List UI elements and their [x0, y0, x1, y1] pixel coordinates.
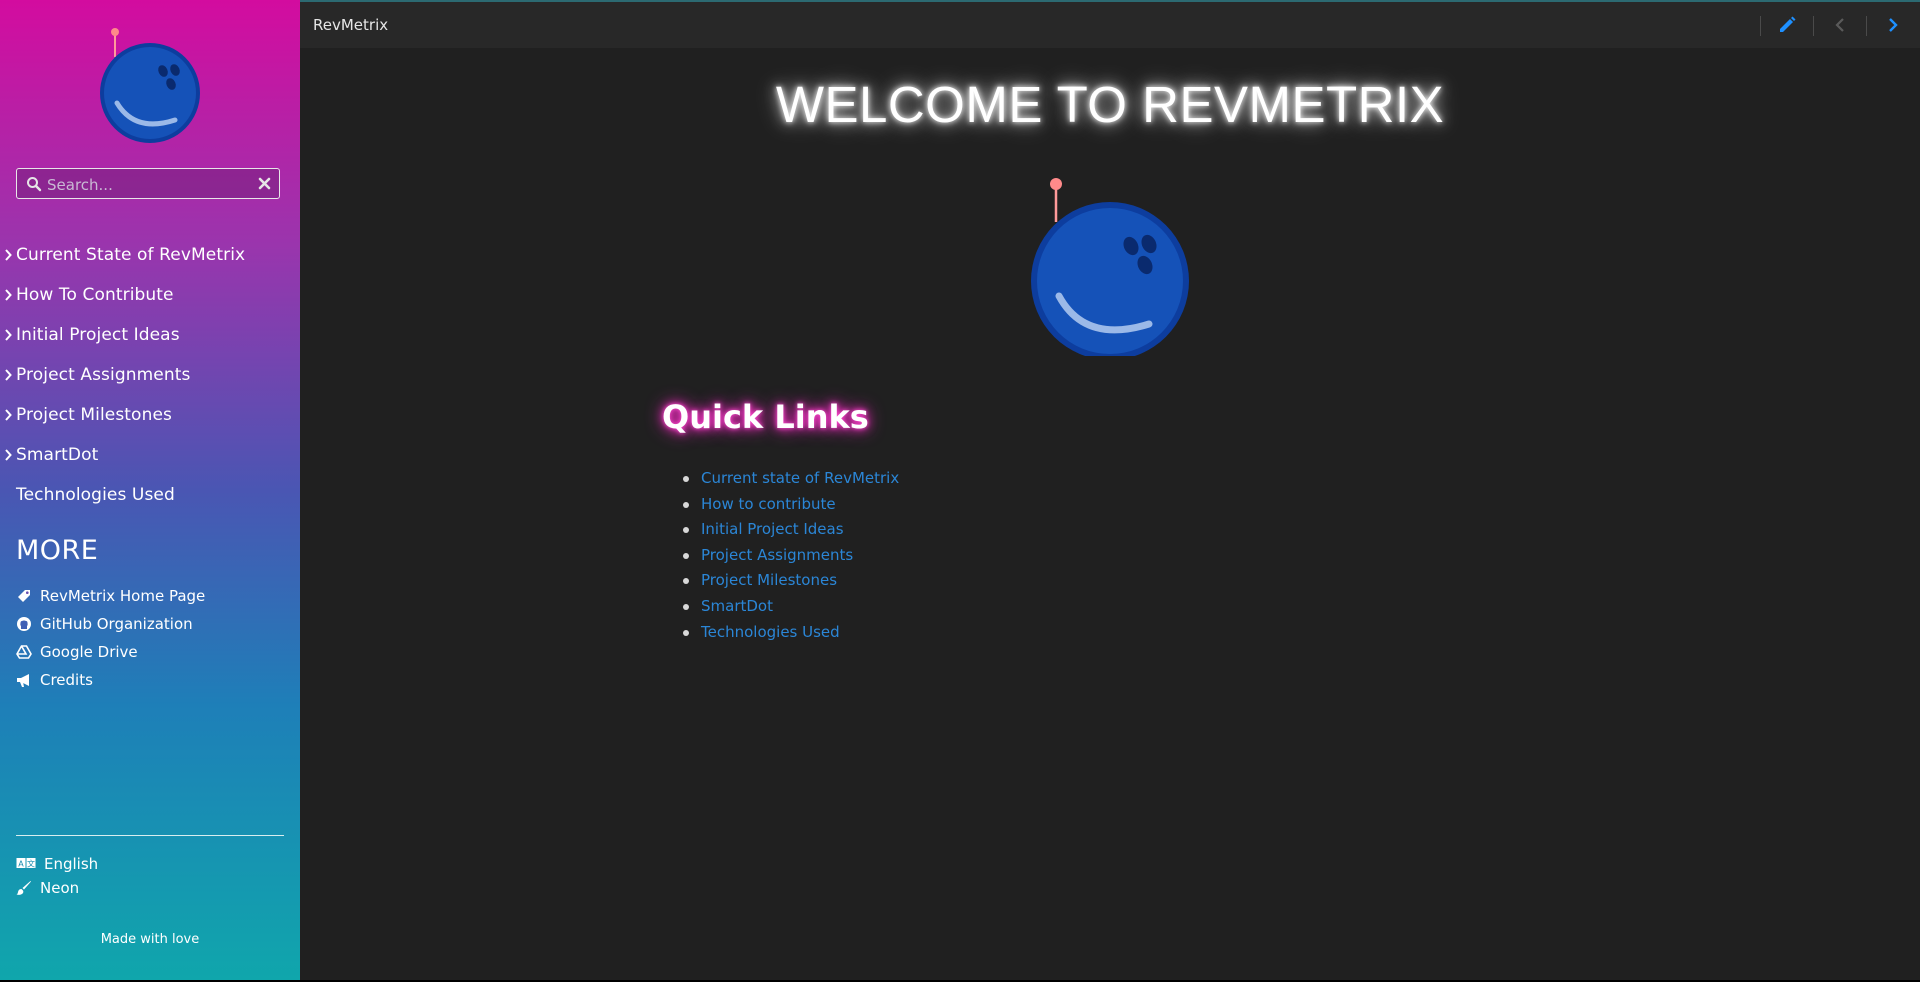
sidebar-item-label: SmartDot — [16, 445, 99, 465]
sidebar-item-project-milestones[interactable]: Project Milestones — [0, 395, 300, 435]
bowling-ball-logo-icon — [100, 28, 200, 143]
more-link-label: GitHub Organization — [40, 615, 193, 633]
quick-link-smartdot[interactable]: SmartDot — [682, 594, 899, 620]
sidebar-item-project-assignments[interactable]: Project Assignments — [0, 355, 300, 395]
more-links: RevMetrix Home Page GitHub Organization … — [16, 582, 205, 694]
search-icon — [27, 177, 42, 192]
sidebar: Current State of RevMetrix How To Contri… — [0, 0, 300, 980]
more-link-home-page[interactable]: RevMetrix Home Page — [16, 582, 205, 610]
more-link-label: Credits — [40, 671, 93, 689]
topbar-divider — [1866, 16, 1867, 36]
chevron-right-icon[interactable] — [0, 435, 16, 475]
more-link-label: Google Drive — [40, 643, 138, 661]
theme-label: Neon — [40, 879, 80, 897]
made-with-love: Made with love — [100, 932, 200, 947]
tag-icon — [18, 590, 30, 602]
more-link-credits[interactable]: Credits — [16, 666, 205, 694]
language-label: English — [44, 855, 99, 873]
sidebar-item-label: Initial Project Ideas — [16, 325, 180, 345]
quick-links-heading: Quick Links — [662, 398, 869, 436]
quick-link-project-assignments[interactable]: Project Assignments — [682, 543, 899, 569]
sidebar-item-how-to-contribute[interactable]: How To Contribute — [0, 275, 300, 315]
quick-link-initial-project-ideas[interactable]: Initial Project Ideas — [682, 517, 899, 543]
theme-selector[interactable]: Neon — [16, 876, 98, 900]
chevron-right-icon[interactable] — [0, 235, 16, 275]
topbar-divider — [1760, 16, 1761, 36]
topbar-title[interactable]: RevMetrix — [313, 16, 388, 34]
quick-links-list: Current state of RevMetrix How to contri… — [662, 466, 899, 645]
svg-text:A: A — [18, 860, 24, 869]
topbar-divider — [1813, 16, 1814, 36]
language-selector[interactable]: A 文 English — [16, 852, 98, 876]
more-link-label: RevMetrix Home Page — [40, 587, 206, 605]
svg-text:文: 文 — [27, 859, 35, 869]
paintbrush-icon — [16, 881, 31, 895]
sidebar-divider — [16, 835, 284, 836]
chevron-right-icon[interactable] — [1883, 15, 1903, 35]
center-logo — [1027, 176, 1197, 360]
more-link-github[interactable]: GitHub Organization — [16, 610, 205, 638]
quick-link-project-milestones[interactable]: Project Milestones — [682, 568, 899, 594]
github-icon — [17, 617, 31, 631]
sidebar-logo[interactable] — [95, 25, 205, 145]
megaphone-icon — [17, 674, 29, 687]
sidebar-item-current-state[interactable]: Current State of RevMetrix — [0, 235, 300, 275]
sidebar-nav: Current State of RevMetrix How To Contri… — [0, 235, 300, 515]
quick-link-current-state[interactable]: Current state of RevMetrix — [682, 466, 899, 492]
google-drive-icon — [16, 645, 32, 659]
page-title: WELCOME TO REVMETRIX — [775, 76, 1445, 133]
sidebar-item-technologies-used[interactable]: Technologies Used — [0, 475, 300, 515]
quick-link-how-to-contribute[interactable]: How to contribute — [682, 492, 899, 518]
sidebar-item-smartdot[interactable]: SmartDot — [0, 435, 300, 475]
more-link-google-drive[interactable]: Google Drive — [16, 638, 205, 666]
nav-spacer — [0, 475, 16, 515]
app-root: Current State of RevMetrix How To Contri… — [0, 0, 1920, 982]
bowling-ball-icon — [1031, 178, 1189, 360]
sidebar-item-label: Project Assignments — [16, 365, 191, 385]
sidebar-item-label: How To Contribute — [16, 285, 174, 305]
sidebar-item-label: Project Milestones — [16, 405, 172, 425]
sidebar-item-label: Current State of RevMetrix — [16, 245, 246, 265]
chevron-right-icon[interactable] — [0, 395, 16, 435]
chevron-left-icon[interactable] — [1830, 15, 1850, 35]
quick-link-technologies-used[interactable]: Technologies Used — [682, 620, 899, 646]
edit-icon[interactable] — [1777, 15, 1797, 35]
main-content: WELCOME TO REVMETRIX Quick Links Current… — [300, 48, 1920, 980]
clear-search-icon[interactable] — [257, 176, 272, 191]
chevron-right-icon[interactable] — [0, 355, 16, 395]
chevron-right-icon[interactable] — [0, 275, 16, 315]
more-heading: MORE — [16, 535, 99, 566]
sidebar-item-initial-project-ideas[interactable]: Initial Project Ideas — [0, 315, 300, 355]
search-input[interactable] — [45, 172, 249, 197]
language-icon: A 文 — [16, 858, 36, 869]
sidebar-item-label: Technologies Used — [16, 485, 175, 505]
topbar: RevMetrix — [300, 0, 1920, 48]
chevron-right-icon[interactable] — [0, 315, 16, 355]
search-box — [16, 168, 280, 199]
sidebar-footer: A 文 English Neon — [16, 852, 98, 900]
